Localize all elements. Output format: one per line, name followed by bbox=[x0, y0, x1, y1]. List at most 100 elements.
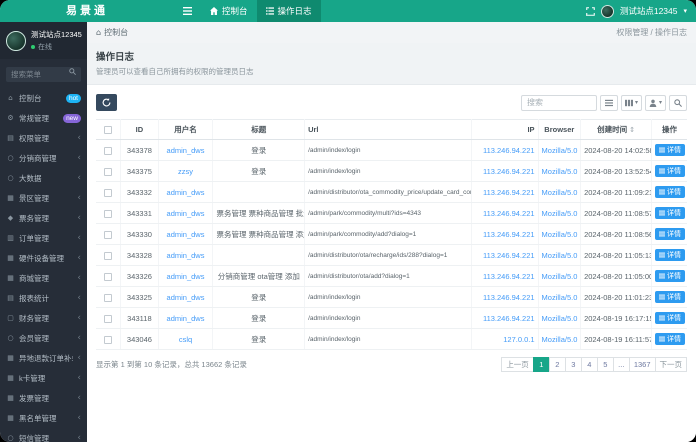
cell-username[interactable]: admin_dws bbox=[158, 265, 214, 287]
row-checkbox[interactable] bbox=[104, 314, 113, 323]
row-checkbox[interactable] bbox=[104, 293, 113, 302]
user-avatar[interactable] bbox=[600, 4, 614, 18]
cell-username[interactable]: admin_dws bbox=[158, 139, 214, 161]
cell-ip[interactable]: 113.246.94.221 bbox=[471, 160, 539, 182]
online-dot-icon bbox=[31, 45, 35, 49]
sidebar-item-member[interactable]: ○ 会员管理 ‹ bbox=[0, 328, 87, 348]
sidebar-item-ticket[interactable]: ◆ 票务管理 ‹ bbox=[0, 208, 87, 228]
cell-browser[interactable]: Mozilla/5.0 bbox=[538, 139, 582, 161]
detail-button[interactable]: 详情 bbox=[654, 312, 685, 324]
cell-ip[interactable]: 113.246.94.221 bbox=[471, 223, 539, 245]
cell-ip[interactable]: 113.246.94.221 bbox=[471, 265, 539, 287]
columns-toggle-button[interactable]: ▾ bbox=[620, 94, 642, 111]
brand-logo[interactable]: 易景通 bbox=[0, 0, 174, 22]
cell-username[interactable]: admin_dws bbox=[158, 244, 214, 266]
sidebar-item-scenic[interactable]: ▦ 景区管理 ‹ bbox=[0, 188, 87, 208]
detail-button[interactable]: 详情 bbox=[654, 144, 685, 156]
detail-button[interactable]: 详情 bbox=[654, 228, 685, 240]
row-checkbox[interactable] bbox=[104, 230, 113, 239]
sidebar-item-auth[interactable]: ▤ 权限管理 ‹ bbox=[0, 128, 87, 148]
admin-filter-button[interactable]: ▾ bbox=[644, 94, 666, 111]
cell-browser[interactable]: Mozilla/5.0 bbox=[538, 181, 582, 203]
cell-username[interactable]: admin_dws bbox=[158, 286, 214, 308]
cell-username[interactable]: admin_dws bbox=[158, 202, 214, 224]
detail-button[interactable]: 详情 bbox=[654, 186, 685, 198]
topnav-tab-console[interactable]: 控制台 bbox=[201, 0, 257, 22]
cell-ip[interactable]: 113.246.94.221 bbox=[471, 244, 539, 266]
page-button-2[interactable]: 2 bbox=[548, 357, 566, 372]
page-button-1[interactable]: 1 bbox=[532, 357, 550, 372]
cell-browser[interactable]: Mozilla/5.0 bbox=[538, 328, 582, 350]
page-next-button[interactable]: 下一页 bbox=[654, 357, 687, 372]
row-checkbox[interactable] bbox=[104, 209, 113, 218]
cell-ip[interactable]: 113.246.94.221 bbox=[471, 286, 539, 308]
fullscreen-button[interactable] bbox=[585, 6, 595, 16]
page-button-5[interactable]: 5 bbox=[596, 357, 614, 372]
cell-username[interactable]: cslq bbox=[158, 328, 214, 350]
cell-ip[interactable]: 113.246.94.221 bbox=[471, 181, 539, 203]
cell-browser[interactable]: Mozilla/5.0 bbox=[538, 244, 582, 266]
refresh-button[interactable] bbox=[96, 94, 117, 111]
cell-username[interactable]: admin_dws bbox=[158, 307, 214, 329]
sidebar-avatar[interactable] bbox=[6, 30, 26, 51]
sidebar-item-general[interactable]: ⚙ 常规管理 new bbox=[0, 108, 87, 128]
sidebar-item-bigdata[interactable]: ○ 大数据 ‹ bbox=[0, 168, 87, 188]
topnav-tab-operation-log[interactable]: 操作日志 bbox=[256, 0, 321, 22]
sidebar-item-blacklist[interactable]: ▦ 黑名单管理 ‹ bbox=[0, 408, 87, 428]
page-button-3[interactable]: 3 bbox=[564, 357, 582, 372]
cell-browser[interactable]: Mozilla/5.0 bbox=[538, 265, 582, 287]
select-all-checkbox[interactable] bbox=[104, 126, 113, 134]
cell-username[interactable]: zzsy bbox=[158, 160, 214, 182]
detail-button[interactable]: 详情 bbox=[654, 207, 685, 219]
sidebar-item-report[interactable]: ▤ 报表统计 ‹ bbox=[0, 288, 87, 308]
row-checkbox[interactable] bbox=[104, 146, 113, 155]
cell-username[interactable]: admin_dws bbox=[158, 223, 214, 245]
row-checkbox[interactable] bbox=[104, 167, 113, 176]
row-checkbox[interactable] bbox=[104, 188, 113, 197]
sidebar-item-mall[interactable]: ▦ 商城管理 ‹ bbox=[0, 268, 87, 288]
column-header[interactable]: 创建时间 ↕ bbox=[580, 119, 652, 140]
sort-icon[interactable]: ↕ bbox=[629, 126, 635, 134]
sidebar-toggle-button[interactable] bbox=[174, 0, 201, 22]
cell-browser[interactable]: Mozilla/5.0 bbox=[538, 307, 582, 329]
page-button-1367[interactable]: 1367 bbox=[628, 357, 656, 372]
cell-browser[interactable]: Mozilla/5.0 bbox=[538, 286, 582, 308]
sidebar-item-order[interactable]: ▥ 订单管理 ‹ bbox=[0, 228, 87, 248]
detail-button[interactable]: 详情 bbox=[654, 333, 685, 345]
detail-button[interactable]: 详情 bbox=[654, 165, 685, 177]
cell-ip[interactable]: 113.246.94.221 bbox=[471, 202, 539, 224]
row-checkbox[interactable] bbox=[104, 272, 113, 281]
list-icon bbox=[604, 99, 613, 106]
chevron-left-icon: ‹ bbox=[77, 192, 81, 203]
cell-browser[interactable]: Mozilla/5.0 bbox=[538, 160, 582, 182]
breadcrumb-home[interactable]: 控制台 bbox=[104, 27, 128, 38]
cell-ip[interactable]: 113.246.94.221 bbox=[471, 307, 539, 329]
cell-ip[interactable]: 113.246.94.221 bbox=[471, 139, 539, 161]
search-toggle-button[interactable] bbox=[669, 94, 687, 111]
table-search-input[interactable] bbox=[520, 94, 597, 111]
sidebar-item-distributor[interactable]: ○ 分销商管理 ‹ bbox=[0, 148, 87, 168]
cell-browser[interactable]: Mozilla/5.0 bbox=[538, 223, 582, 245]
page-prev-button[interactable]: 上一页 bbox=[501, 357, 534, 372]
detail-button[interactable]: 详情 bbox=[654, 249, 685, 261]
view-toggle-button[interactable] bbox=[599, 94, 618, 111]
sidebar-item-hardware[interactable]: ▦ 硬件设备管理 ‹ bbox=[0, 248, 87, 268]
chevron-left-icon: ‹ bbox=[77, 432, 81, 442]
page-button-4[interactable]: 4 bbox=[580, 357, 598, 372]
site-name[interactable]: 测试站点12345 bbox=[620, 5, 678, 17]
row-checkbox[interactable] bbox=[104, 335, 113, 344]
cell-ip[interactable]: 127.0.0.1 bbox=[471, 328, 539, 350]
sidebar-item-invoice[interactable]: ▦ 发票管理 ‹ bbox=[0, 388, 87, 408]
sidebar-item-card[interactable]: ▦ k卡管理 ‹ bbox=[0, 368, 87, 388]
page-ellipsis[interactable]: ... bbox=[612, 357, 630, 372]
sidebar-item-finance[interactable]: ▢ 财务管理 ‹ bbox=[0, 308, 87, 328]
row-checkbox[interactable] bbox=[104, 251, 113, 260]
sidebar-item-console[interactable]: ⌂ 控制台 hot bbox=[0, 88, 87, 108]
detail-button[interactable]: 详情 bbox=[654, 270, 685, 282]
sidebar-item-refund-reorder[interactable]: ▦ 异地退款订单补单 ‹ bbox=[0, 348, 87, 368]
sidebar-item-sms[interactable]: ○ 短信管理 ‹ bbox=[0, 428, 87, 442]
detail-button[interactable]: 详情 bbox=[654, 291, 685, 303]
chart-icon: ▤ bbox=[7, 294, 14, 302]
cell-username[interactable]: admin_dws bbox=[158, 181, 214, 203]
cell-browser[interactable]: Mozilla/5.0 bbox=[538, 202, 582, 224]
